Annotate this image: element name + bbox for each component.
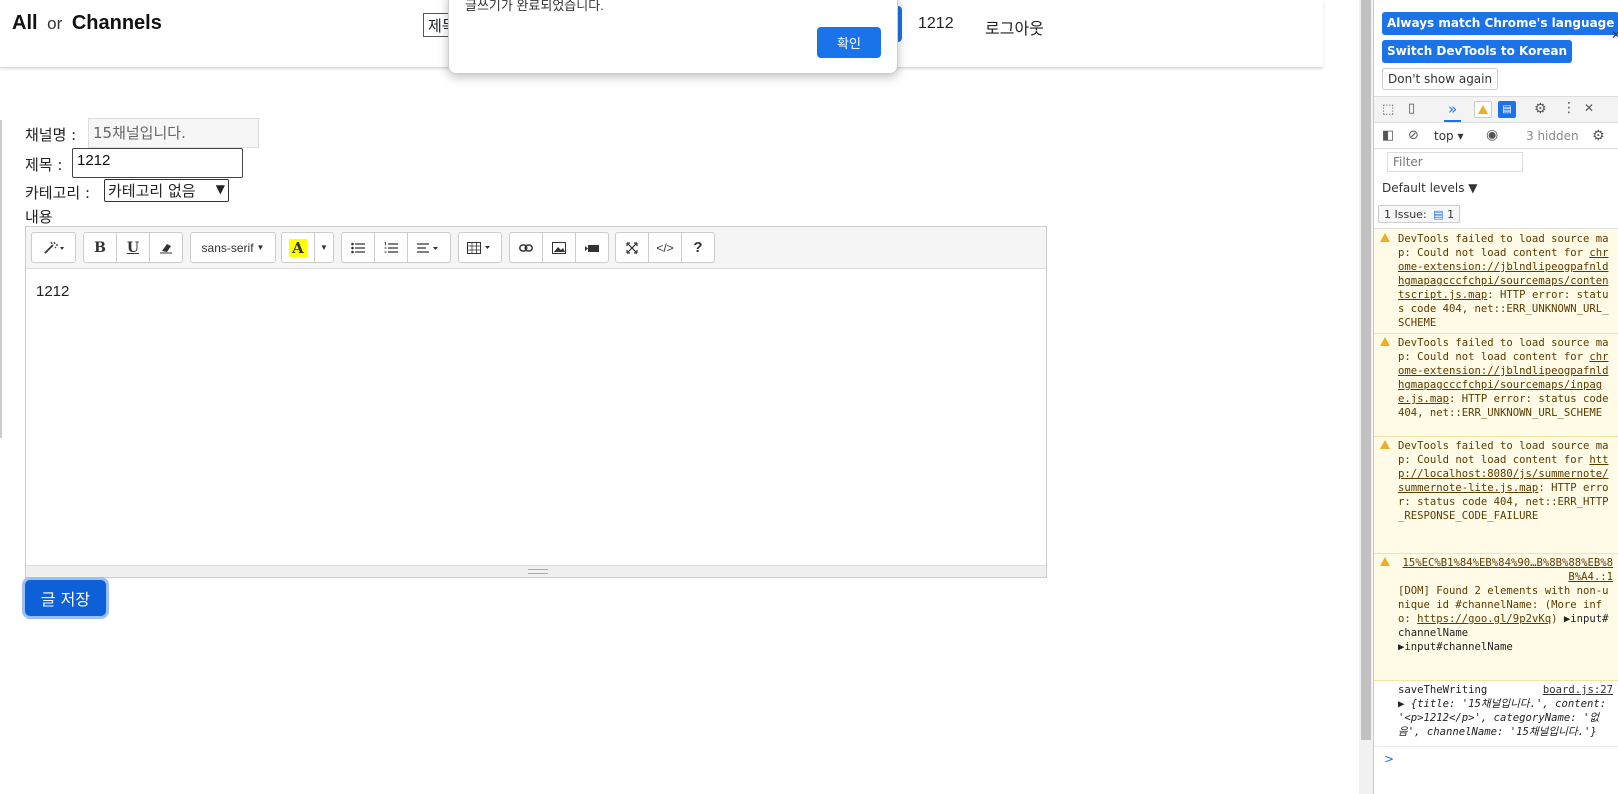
editor-toolbar: B U sans-serif ▼ A ▼ </> ? [26, 227, 1046, 269]
channel-label: 채널명 : [25, 126, 77, 144]
filter-input[interactable]: Filter [1387, 152, 1523, 172]
dont-show-again-button[interactable]: Don't show again [1382, 68, 1499, 90]
console-toolbar: ◧ ⊘ top ▾ ◉ 3 hidden ⚙ [1374, 123, 1618, 149]
console-warning: DevTools failed to load source map: Coul… [1374, 334, 1618, 437]
warning-icon [1380, 557, 1390, 566]
category-select[interactable]: 카테고리 없음 ▼ [104, 179, 229, 202]
content-label: 내용 [25, 208, 53, 226]
editor-resize-bar[interactable] [26, 565, 1046, 577]
warning-text: DevTools failed to load source map: Coul… [1398, 440, 1609, 466]
alert-message: 글쓰기가 완료되었습니다. [465, 0, 604, 13]
unordered-list-icon[interactable] [341, 232, 375, 263]
settings-gear-icon[interactable]: ⚙ [1534, 101, 1547, 117]
log-label: saveTheWriting [1398, 684, 1488, 696]
switch-korean-button[interactable]: Switch DevTools to Korean [1382, 40, 1573, 63]
page-scrollbar-thumb[interactable] [1361, 0, 1371, 740]
log-source-link[interactable]: board.js:27 [1543, 683, 1613, 697]
eraser-icon[interactable] [149, 232, 183, 263]
bold-icon[interactable]: B [83, 232, 117, 263]
link-icon[interactable] [509, 232, 543, 263]
close-devtools-icon[interactable]: ✕ [1584, 101, 1594, 115]
always-match-language-button[interactable]: Always match Chrome's language [1382, 12, 1618, 35]
more-tabs-icon[interactable]: » [1444, 100, 1462, 122]
resize-grip-icon [528, 569, 548, 574]
color-dropdown-icon[interactable]: ▼ [314, 232, 334, 263]
brand-or: or [47, 14, 63, 33]
font-family-dropdown[interactable]: sans-serif ▼ [190, 232, 276, 263]
warning-icon [1380, 233, 1390, 242]
context-selector[interactable]: top ▾ [1434, 129, 1464, 143]
text-color-icon[interactable]: A [281, 232, 315, 263]
picture-icon[interactable] [542, 232, 576, 263]
device-toolbar-icon[interactable]: ▯ [1408, 101, 1415, 116]
warning-source-link[interactable]: 15%EC%B1%84%EB%84%90…B%8B%88%EB%8B%A4.:1 [1403, 557, 1613, 583]
video-icon[interactable] [575, 232, 609, 263]
page: All or Channels 제목 1212 로그아웃 글쓰기가 완료되었습니… [0, 0, 1618, 794]
close-icon[interactable]: ✕ [1611, 28, 1618, 42]
ordered-list-icon[interactable] [374, 232, 408, 263]
hidden-count: 3 hidden [1526, 129, 1579, 143]
page-scrollbar[interactable] [1359, 0, 1373, 794]
underline-icon[interactable]: U [116, 232, 150, 263]
font-family-value: sans-serif [201, 240, 254, 255]
paragraph-align-icon[interactable] [407, 232, 451, 263]
left-divider [0, 120, 2, 438]
codeview-icon[interactable]: </> [648, 232, 682, 263]
chevron-down-icon: ▼ [215, 182, 225, 196]
message-count-icon[interactable]: ▤ [1498, 101, 1516, 118]
rich-text-editor: B U sans-serif ▼ A ▼ </> ? 1212 [25, 226, 1047, 578]
console-warning: DevTools failed to load source map: Coul… [1374, 437, 1618, 554]
alert-dialog: 글쓰기가 완료되었습니다. 확인 [448, 0, 898, 74]
title-label: 제목 : [25, 156, 63, 174]
console-settings-icon[interactable]: ⚙ [1592, 128, 1605, 144]
title-input[interactable]: 1212 [72, 148, 243, 178]
warning-text: DevTools failed to load source map: Coul… [1398, 337, 1609, 363]
table-icon[interactable] [458, 232, 502, 263]
alert-ok-button[interactable]: 확인 [817, 27, 881, 58]
devtools-panel: Always match Chrome's language Switch De… [1373, 0, 1618, 794]
kebab-menu-icon[interactable]: ⋮ [1562, 100, 1576, 116]
warning-icon [1380, 337, 1390, 346]
warning-icon [1380, 440, 1390, 449]
inspect-icon[interactable]: ⬚ [1382, 102, 1394, 117]
issues-label: 1 Issue: [1384, 208, 1427, 221]
log-object[interactable]: ▶ {title: '15채널입니다.', content: '<p>1212<… [1398, 697, 1613, 739]
brand-channels: Channels [71, 12, 162, 34]
warning-count-icon[interactable] [1474, 101, 1492, 118]
warning-text: DevTools failed to load source map: Coul… [1398, 233, 1609, 259]
console-log-entry: saveTheWriting board.js:27 ▶ {title: '15… [1374, 681, 1618, 747]
context-value: top [1434, 129, 1454, 143]
devtools-separator [1374, 228, 1618, 229]
save-post-button[interactable]: 글 저장 [25, 580, 106, 616]
brand-all: All [12, 12, 38, 34]
chevron-down-icon: ▼ [256, 243, 265, 252]
channel-name-input[interactable]: 15채널입니다. [88, 118, 259, 148]
console-warning-dom: 15%EC%B1%84%EB%84%90…B%8B%88%EB%8B%A4.:1… [1374, 554, 1618, 681]
issues-button[interactable]: 1 Issue: ▤ 1 [1378, 205, 1461, 223]
editor-paragraph: 1212 [36, 283, 70, 300]
warning-text-after: ) [1551, 613, 1558, 625]
category-label: 카테고리 : [25, 184, 91, 202]
category-selected: 카테고리 없음 [108, 182, 196, 200]
issues-count: 1 [1447, 208, 1455, 221]
highlight-a-glyph: A [289, 238, 307, 257]
devtools-main-toolbar: ⬚ ▯ » ▤ ⚙ ⋮ ✕ [1374, 96, 1618, 123]
more-info-link[interactable]: https://goo.gl/9p2vKq [1417, 613, 1551, 625]
clear-console-icon[interactable]: ⊘ [1408, 128, 1419, 143]
logout-link[interactable]: 로그아웃 [985, 15, 1044, 39]
console-warning: DevTools failed to load source map: Coul… [1374, 230, 1618, 334]
message-icon: ▤ [1433, 208, 1444, 221]
magic-icon[interactable] [31, 232, 76, 263]
default-levels-dropdown[interactable]: Default levels ▼ [1382, 181, 1478, 195]
console-prompt[interactable]: > [1384, 752, 1394, 766]
brand-logo[interactable]: All or Channels [12, 12, 162, 35]
editor-content-area[interactable]: 1212 [26, 269, 1046, 565]
dom-node-2[interactable]: ▶input#channelName [1398, 640, 1613, 654]
fullscreen-icon[interactable] [615, 232, 649, 263]
sidebar-toggle-icon[interactable]: ◧ [1382, 128, 1394, 143]
username-link[interactable]: 1212 [918, 15, 954, 33]
help-icon[interactable]: ? [681, 232, 715, 263]
eye-icon[interactable]: ◉ [1486, 127, 1498, 143]
